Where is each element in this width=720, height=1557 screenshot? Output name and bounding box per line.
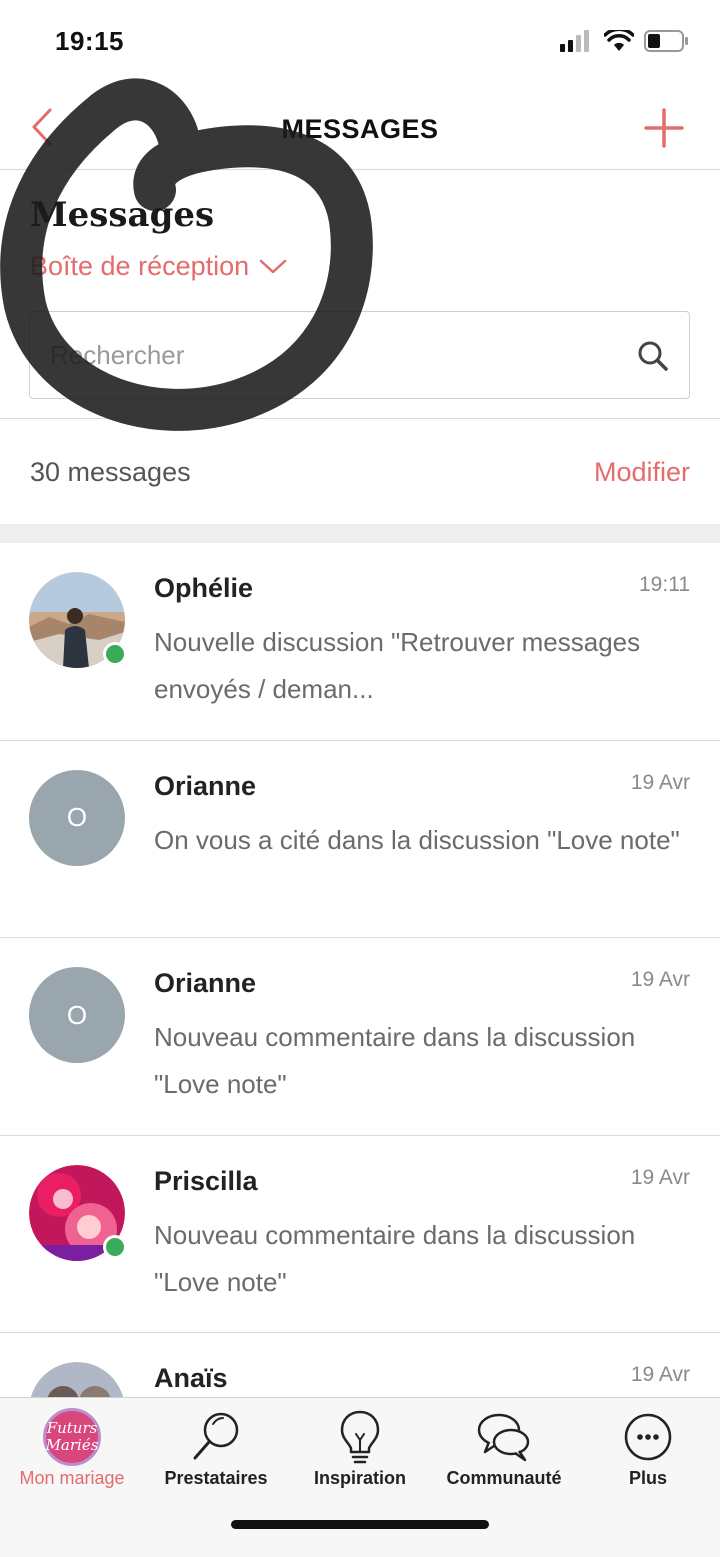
message-row[interactable]: Priscilla 19 Avr Nouveau commentaire dan… [0,1136,720,1333]
status-icons [560,30,690,52]
tab-label: Inspiration [313,1468,406,1488]
message-preview: Nouveau commentaire dans la discussion "… [154,1022,636,1099]
sender-name: Ophélie [154,573,254,603]
tab-plus[interactable]: Plus [576,1398,720,1508]
message-time: 19 Avr [630,770,690,794]
tab-label: Communauté [446,1468,562,1488]
online-indicator [103,1234,127,1259]
chat-bubbles-icon [477,1413,530,1462]
logo-line-2: Mariés [45,1436,99,1454]
lightbulb-icon [340,1410,380,1464]
tab-communaute[interactable]: Communauté [432,1398,576,1508]
signal-icon [560,30,589,52]
nav-title: MESSAGES [281,114,439,144]
message-time: 19 Avr [630,1165,690,1189]
sender-name: Orianne [154,770,257,801]
messages-header: Messages Boîte de réception [0,171,720,419]
message-preview: On vous a cité dans la discussion "Love … [154,824,680,855]
chevron-down-icon [259,259,287,273]
futurs-maries-logo-icon: Futurs Mariés [43,1408,101,1466]
section-divider [0,524,720,543]
battery-icon [644,30,688,52]
avatar: O [29,967,125,1063]
edit-button[interactable]: Modifier [594,457,690,488]
message-list: Ophélie 19:11 Nouvelle discussion "Retro… [0,543,720,1531]
status-bar: 19:15 [0,0,720,88]
folder-dropdown[interactable]: Boîte de réception [30,251,287,282]
logo-badge: Futurs Mariés [43,1408,101,1466]
message-preview: Nouveau commentaire dans la discussion "… [154,1219,636,1297]
sender-name: Anaïs [154,1363,228,1393]
tab-mon-mariage[interactable]: Futurs Mariés Mon mariage [0,1398,144,1508]
list-header: 30 messages Modifier [0,420,720,524]
tab-label: Mon mariage [19,1468,125,1488]
plus-icon[interactable] [644,108,684,148]
logo-line-1: Futurs [46,1419,98,1437]
page-title: Messages [30,195,215,235]
search-input[interactable] [50,312,610,398]
search-icon[interactable] [637,340,669,372]
message-time: 19 Avr [630,968,690,991]
tab-prestataires[interactable]: Prestataires [144,1398,288,1508]
message-row[interactable]: O Orianne 19 Avr Nouveau commentaire dan… [0,938,720,1136]
folder-label: Boîte de réception [30,251,250,281]
avatar: O [29,769,125,866]
home-indicator[interactable] [231,1520,489,1529]
status-time: 19:15 [55,26,124,56]
message-time: 19:11 [639,573,690,596]
magnifier-icon [193,1412,239,1460]
online-indicator [103,642,127,666]
tab-label: Prestataires [164,1468,268,1488]
message-row[interactable]: Ophélie 19:11 Nouvelle discussion "Retro… [0,543,720,741]
wifi-icon [604,30,634,51]
avatar [29,1164,127,1261]
sender-name: Orianne [154,968,257,998]
tab-inspiration[interactable]: Inspiration [288,1398,432,1508]
tab-bar: Futurs Mariés Mon mariage Prestataires I… [0,1397,720,1557]
message-time: 19 Avr [630,1363,690,1386]
message-count: 30 messages [30,457,191,487]
search-box [29,311,690,399]
navigation-bar: MESSAGES [0,88,720,170]
avatar [29,572,127,668]
tab-label: Plus [628,1468,667,1488]
more-icon [624,1413,672,1461]
sender-name: Priscilla [154,1165,258,1196]
message-preview: Nouvelle discussion "Retrouver messages … [154,627,641,704]
message-row[interactable]: O Orianne 19 Avr On vous a cité dans la … [0,741,720,938]
